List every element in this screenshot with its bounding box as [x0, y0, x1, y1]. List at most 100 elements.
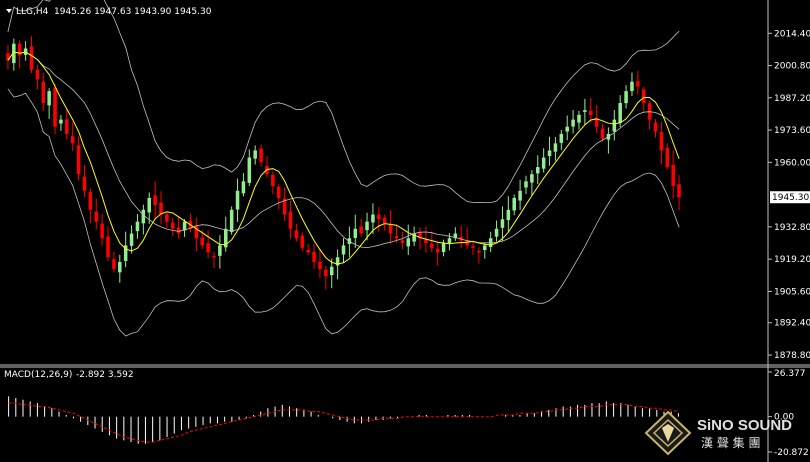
candle-body	[371, 214, 375, 223]
price-chart[interactable]: 2014.40 2000.80 1987.20 1973.60 1960.00 1945.…	[0, 0, 810, 462]
price-tick-label: 1960.00	[774, 158, 810, 168]
candle-body	[406, 238, 411, 247]
candle-body	[388, 224, 393, 234]
chart-symbol-label: LLG,H4	[16, 7, 49, 17]
candle-body	[553, 143, 558, 152]
candle-body	[300, 235, 305, 248]
candle-body	[524, 181, 528, 188]
candle-body	[677, 184, 681, 198]
candle-body	[153, 195, 157, 206]
candle-body	[82, 176, 87, 191]
candle-body	[65, 119, 69, 134]
candle-body	[165, 214, 169, 222]
candle-body	[353, 228, 358, 238]
candle-body	[536, 167, 540, 174]
candle-body	[447, 238, 452, 244]
candle-body	[94, 211, 99, 222]
candle-body	[359, 226, 363, 234]
candle-body	[506, 209, 511, 221]
candle-body	[53, 87, 57, 127]
candle-body	[382, 217, 387, 225]
candle-body	[659, 131, 664, 151]
candle-body	[377, 214, 381, 220]
candle-body	[318, 261, 322, 270]
candle-body	[618, 103, 622, 123]
candle-body	[341, 245, 346, 255]
candle-body	[324, 269, 328, 277]
macd-tick-label: 26.377	[774, 369, 806, 379]
price-tick-label: 1987.20	[774, 94, 810, 104]
candle-body	[541, 157, 546, 169]
candle-body	[294, 230, 299, 239]
candle-body	[559, 133, 564, 143]
candle-body	[206, 243, 210, 253]
candle-body	[29, 46, 34, 70]
candle-body	[430, 243, 434, 248]
logo-chinese-text: 漢 聲 集 團	[701, 435, 760, 450]
candle-body	[276, 186, 281, 198]
candle-body	[135, 221, 140, 232]
candle-body	[577, 114, 581, 123]
candle-body	[600, 128, 605, 139]
candle-body	[588, 110, 593, 115]
price-tick-label: 1973.60	[774, 126, 810, 136]
candle-body	[530, 174, 534, 183]
price-tick-label: 1905.60	[774, 287, 810, 297]
candle-body	[518, 190, 522, 201]
candle-body	[118, 261, 122, 273]
chart-ohlc-values: 1945.26 1947.63 1943.90 1945.30	[54, 7, 212, 17]
macd-values: -2.892 3.592	[76, 370, 134, 380]
candle-body	[159, 202, 163, 215]
candle-body	[653, 122, 658, 132]
candle-body	[365, 221, 369, 231]
candle-body	[171, 222, 175, 229]
logo-text: SiNO SOUND	[697, 417, 792, 434]
macd-label: MACD(12,26,9)	[4, 370, 72, 380]
candle-body	[571, 119, 575, 127]
current-price-label: 1945.30	[772, 193, 809, 203]
price-tick-label: 1932.80	[774, 223, 810, 233]
price-tick-label: 1878.80	[774, 351, 810, 361]
candle-body	[512, 197, 516, 211]
candle-body	[483, 245, 487, 251]
candle-body	[235, 190, 240, 210]
candle-body	[253, 150, 257, 159]
candle-body	[229, 209, 234, 233]
candle-body	[400, 240, 405, 244]
candle-body	[424, 239, 428, 244]
candle-body	[88, 191, 93, 210]
candle-body	[641, 89, 646, 104]
candle-body	[100, 223, 104, 239]
candle-body	[17, 43, 22, 56]
candle-body	[612, 119, 617, 132]
candle-body	[565, 126, 569, 132]
candle-body	[200, 237, 204, 246]
candle-body	[665, 147, 670, 168]
macd-tick-label: -20.872	[774, 448, 809, 458]
candle-body	[41, 81, 46, 104]
candle-body	[241, 181, 246, 194]
candle-body	[312, 251, 316, 262]
candle-body	[129, 233, 134, 246]
candle-body	[59, 119, 63, 124]
candle-body	[471, 246, 475, 248]
candle-body	[176, 227, 181, 234]
candle-body	[271, 174, 275, 187]
candle-body	[329, 266, 334, 276]
candle-body	[494, 228, 499, 237]
candle-body	[112, 259, 116, 270]
candle-body	[547, 150, 552, 157]
candle-body	[306, 249, 310, 253]
candle-body	[500, 219, 505, 228]
candle-body	[636, 81, 640, 87]
price-tick-label: 2000.80	[774, 62, 810, 72]
candle-body	[441, 243, 446, 253]
candle-body	[35, 69, 40, 80]
candle-body	[435, 248, 440, 253]
candle-body	[477, 251, 481, 253]
candle-body	[182, 221, 187, 231]
candle-body	[194, 225, 199, 239]
candle-body	[288, 211, 293, 229]
candle-body	[106, 236, 110, 258]
price-tick-label: 1919.20	[774, 255, 810, 265]
